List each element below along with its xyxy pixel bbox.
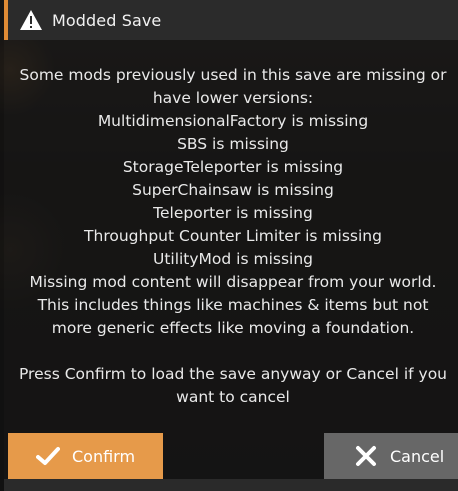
message-spacer bbox=[18, 340, 448, 363]
cancel-button-label: Cancel bbox=[390, 446, 445, 466]
dialog-message: Some mods previously used in this save a… bbox=[4, 64, 458, 409]
message-line: This includes things like machines & ite… bbox=[37, 296, 429, 314]
modded-save-dialog: Modded Save Some mods previously used in… bbox=[0, 0, 458, 491]
prompt-line: want to cancel bbox=[176, 388, 290, 406]
message-line: more generic effects like moving a found… bbox=[51, 319, 415, 337]
missing-mod-line: Teleporter is missing bbox=[153, 204, 313, 222]
dialog-titlebar: Modded Save bbox=[4, 0, 458, 40]
message-line: Missing mod content will disappear from … bbox=[29, 273, 437, 291]
missing-mod-line: UtilityMod is missing bbox=[152, 250, 314, 268]
dialog-buttons: Confirm Cancel bbox=[4, 433, 458, 479]
missing-mod-line: SuperChainsaw is missing bbox=[132, 181, 334, 199]
cancel-button[interactable]: Cancel bbox=[324, 433, 458, 479]
warning-icon bbox=[18, 9, 44, 31]
close-icon bbox=[354, 444, 378, 468]
message-line: have lower versions: bbox=[152, 89, 314, 107]
missing-mod-line: MultidimensionalFactory is missing bbox=[97, 112, 369, 130]
missing-mod-line: SBS is missing bbox=[177, 135, 289, 153]
dialog-title: Modded Save bbox=[52, 10, 162, 30]
prompt-line: Press Confirm to load the save anyway or… bbox=[18, 365, 447, 383]
check-icon bbox=[36, 444, 60, 468]
message-line: Some mods previously used in this save a… bbox=[19, 66, 447, 84]
missing-mod-line: StorageTeleporter is missing bbox=[122, 158, 344, 176]
dialog-footer bbox=[4, 479, 458, 491]
missing-mod-line: Throughput Counter Limiter is missing bbox=[84, 227, 382, 245]
confirm-button[interactable]: Confirm bbox=[8, 433, 163, 479]
confirm-button-label: Confirm bbox=[72, 446, 136, 466]
